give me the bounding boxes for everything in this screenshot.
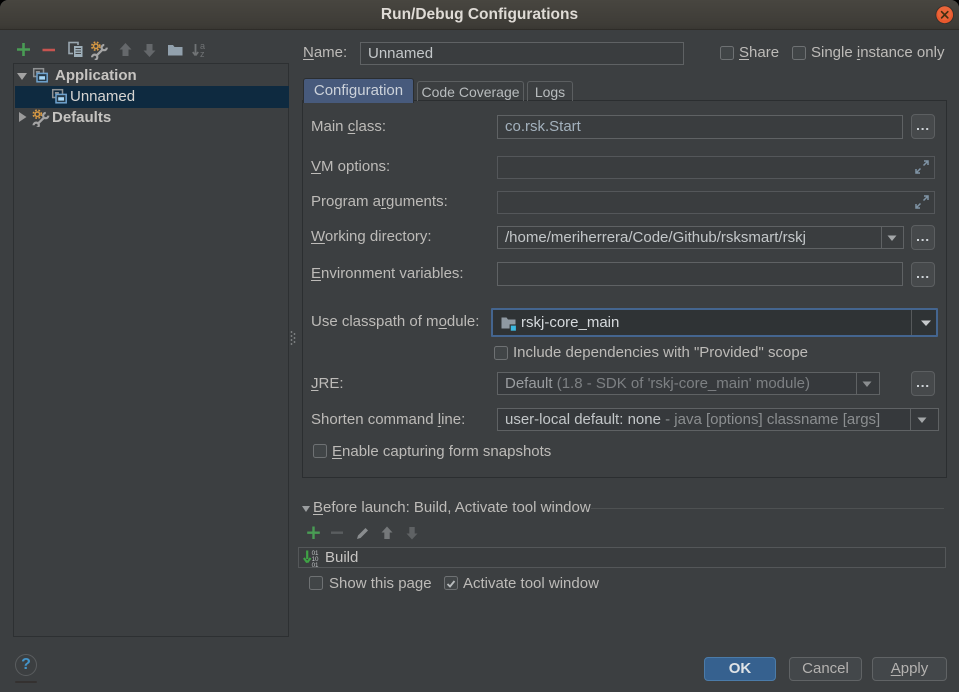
svg-text:z: z [200,49,205,59]
svg-text:01: 01 [312,562,319,568]
